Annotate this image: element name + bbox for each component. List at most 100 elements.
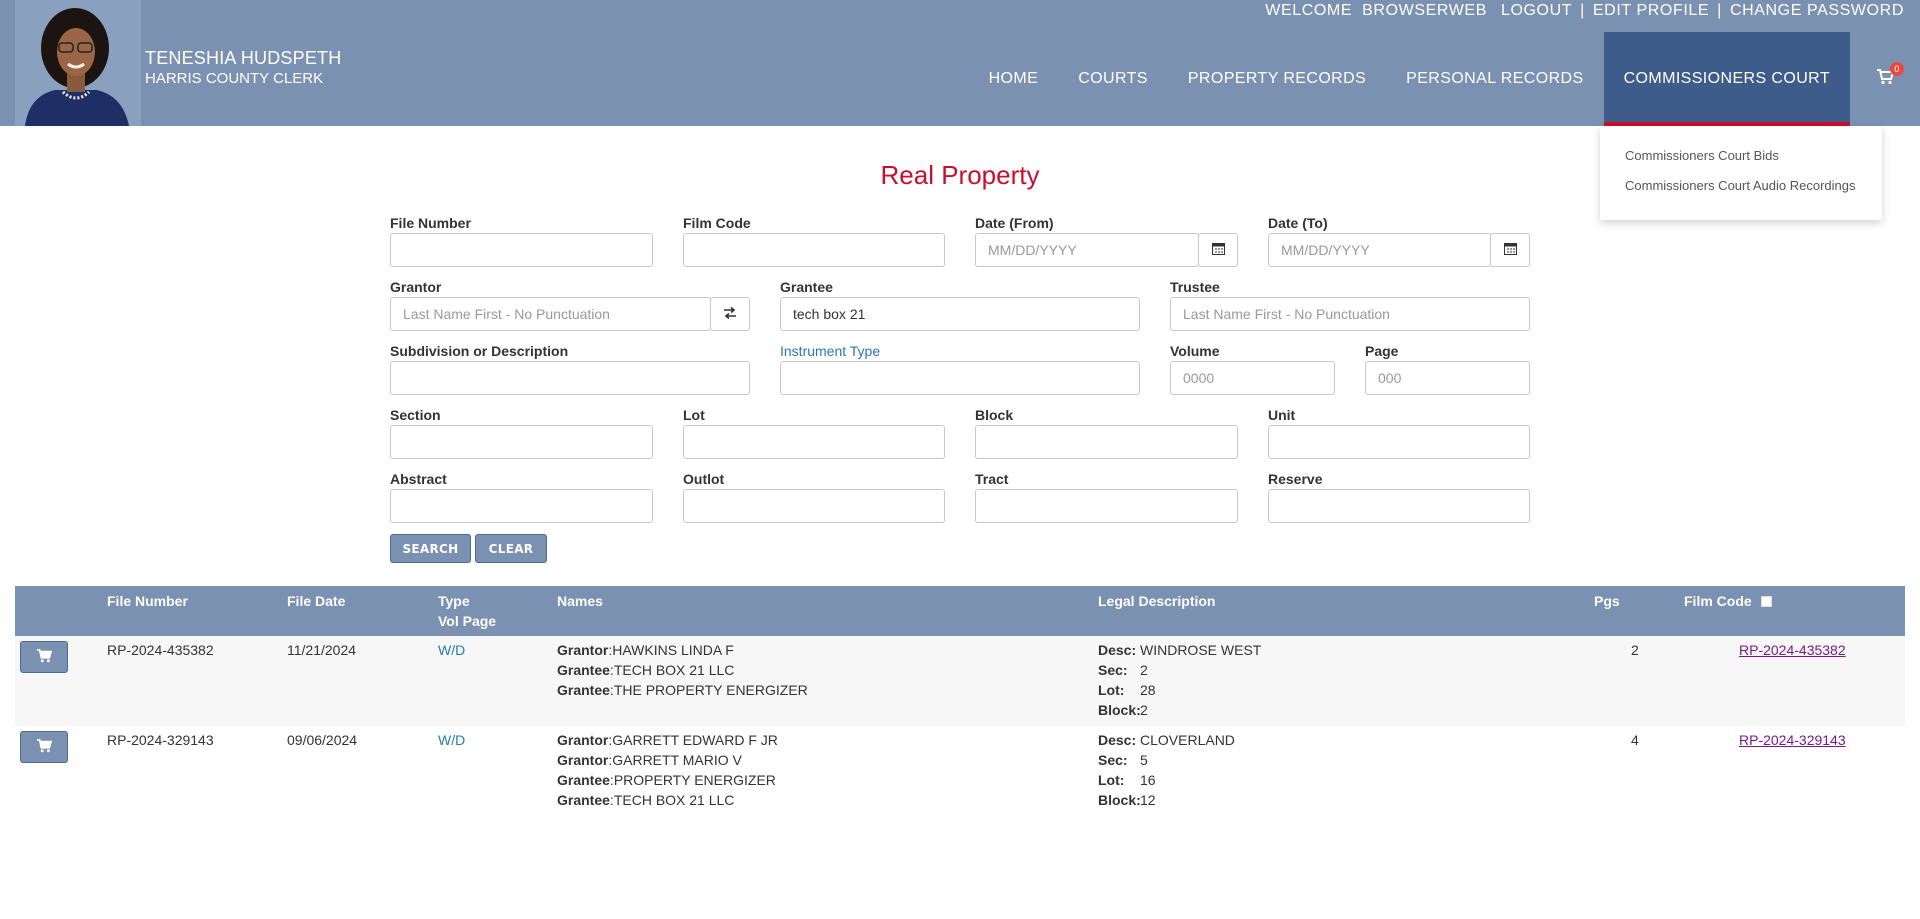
date-from-calendar-button[interactable] xyxy=(1198,233,1238,267)
nav-personal-records[interactable]: PERSONAL RECORDS xyxy=(1386,32,1603,126)
legal-value: 16 xyxy=(1140,772,1156,788)
welcome-text: WELCOME xyxy=(1265,2,1353,19)
grantee-input[interactable]: tech box 21 xyxy=(780,297,1140,331)
legal-description-cell: Desc: CLOVERLAND Sec: 5 Lot: 16 Block:12 xyxy=(1098,730,1235,810)
logout-link[interactable]: LOGOUT xyxy=(1501,2,1572,20)
nav-cart[interactable]: 0 xyxy=(1850,32,1920,126)
col-film-code[interactable]: Film Code xyxy=(1684,593,1752,609)
results-table-header: File Number File Date Type Vol Page Name… xyxy=(15,586,1905,636)
section-label: Section xyxy=(390,407,441,423)
legal-value: 12 xyxy=(1140,792,1156,808)
date-from-input[interactable]: MM/DD/YYYY xyxy=(975,233,1199,267)
abstract-label: Abstract xyxy=(390,471,447,487)
nav-home[interactable]: HOME xyxy=(969,32,1059,126)
reserve-input[interactable] xyxy=(1268,489,1530,523)
film-code-label: Film Code xyxy=(683,215,751,231)
film-code-input[interactable] xyxy=(683,233,945,267)
party-name: GARRETT MARIO V xyxy=(612,752,742,768)
date-to-input[interactable]: MM/DD/YYYY xyxy=(1268,233,1491,267)
page-title: Real Property xyxy=(880,160,1040,190)
volume-label: Volume xyxy=(1170,343,1220,359)
add-to-cart-button[interactable] xyxy=(20,731,68,763)
page-input[interactable]: 000 xyxy=(1365,361,1530,395)
col-pgs[interactable]: Pgs xyxy=(1594,593,1620,609)
name-role: Grantor xyxy=(557,752,609,768)
legal-key: Lot: xyxy=(1098,682,1125,698)
add-to-cart-button[interactable] xyxy=(20,641,68,673)
main-nav: HOME COURTS PROPERTY RECORDS PERSONAL RE… xyxy=(969,32,1920,126)
cart-icon xyxy=(36,648,53,666)
lot-label: Lot xyxy=(683,407,705,423)
grantee-label: Grantee xyxy=(780,279,833,295)
trustee-input[interactable]: Last Name First - No Punctuation xyxy=(1170,297,1530,331)
block-input[interactable] xyxy=(975,425,1238,459)
tract-input[interactable] xyxy=(975,489,1238,523)
lot-input[interactable] xyxy=(683,425,945,459)
type-link[interactable]: W/D xyxy=(438,730,465,750)
date-from-label: Date (From) xyxy=(975,215,1054,231)
table-row: RP-2024-435382 11/21/2024 W/D Grantor:HA… xyxy=(15,636,1905,726)
search-button[interactable]: SEARCH xyxy=(390,534,471,563)
outlot-input[interactable] xyxy=(683,489,945,523)
swap-icon xyxy=(723,306,737,322)
legal-value: WINDROSE WEST xyxy=(1140,642,1262,658)
outlot-label: Outlot xyxy=(683,471,725,487)
swap-names-button[interactable] xyxy=(710,297,750,331)
edit-profile-link[interactable]: EDIT PROFILE xyxy=(1593,2,1709,20)
site-header: TENESHIA HUDSPETH HARRIS COUNTY CLERK WE… xyxy=(0,0,1920,126)
col-file-number[interactable]: File Number xyxy=(107,593,188,609)
grantor-input[interactable]: Last Name First - No Punctuation xyxy=(390,297,711,331)
legal-value: CLOVERLAND xyxy=(1140,732,1235,748)
date-to-label: Date (To) xyxy=(1268,215,1328,231)
legal-key: Block: xyxy=(1098,792,1141,808)
party-name: TECH BOX 21 LLC xyxy=(613,662,735,678)
type-link[interactable]: W/D xyxy=(438,640,465,660)
calendar-icon xyxy=(1503,242,1517,258)
select-all-checkbox[interactable] xyxy=(1761,596,1772,607)
nav-property-records[interactable]: PROPERTY RECORDS xyxy=(1168,32,1386,126)
clear-button[interactable]: CLEAR xyxy=(475,534,547,563)
username-text: BROWSERWEB xyxy=(1362,2,1487,19)
abstract-input[interactable] xyxy=(390,489,653,523)
unit-input[interactable] xyxy=(1268,425,1530,459)
legal-value: 28 xyxy=(1140,682,1156,698)
account-bar: WELCOME BROWSERWEB LOGOUT | EDIT PROFILE… xyxy=(1255,2,1904,20)
name-role: Grantee xyxy=(557,682,610,698)
cart-icon xyxy=(36,738,53,756)
col-type[interactable]: Type xyxy=(438,593,470,609)
file-number-input[interactable] xyxy=(390,233,653,267)
legal-key: Sec: xyxy=(1098,752,1128,768)
reserve-label: Reserve xyxy=(1268,471,1323,487)
col-legal-description[interactable]: Legal Description xyxy=(1098,593,1215,609)
date-to-calendar-button[interactable] xyxy=(1490,233,1530,267)
tract-label: Tract xyxy=(975,471,1009,487)
nav-courts[interactable]: COURTS xyxy=(1058,32,1168,126)
instrument-type-link[interactable]: Instrument Type xyxy=(780,343,880,359)
clerk-title: HARRIS COUNTY CLERK xyxy=(145,70,324,87)
separator: | xyxy=(1580,2,1585,19)
legal-key: Block: xyxy=(1098,702,1141,718)
file-date-cell: 09/06/2024 xyxy=(287,732,358,748)
trustee-label: Trustee xyxy=(1170,279,1220,295)
col-vol-page: Vol Page xyxy=(438,613,497,629)
col-names[interactable]: Names xyxy=(557,593,603,609)
name-role: Grantee xyxy=(557,792,610,808)
file-number-cell: RP-2024-435382 xyxy=(107,642,214,658)
film-code-link[interactable]: RP-2024-435382 xyxy=(1739,640,1846,660)
legal-key: Desc: xyxy=(1098,642,1137,658)
legal-value: 2 xyxy=(1140,662,1148,678)
instrument-type-input[interactable] xyxy=(780,361,1140,395)
party-name: THE PROPERTY ENERGIZER xyxy=(613,682,808,698)
change-password-link[interactable]: CHANGE PASSWORD xyxy=(1730,2,1904,20)
col-file-date[interactable]: File Date xyxy=(287,593,345,609)
section-input[interactable] xyxy=(390,425,653,459)
file-number-cell: RP-2024-329143 xyxy=(107,732,214,748)
film-code-link[interactable]: RP-2024-329143 xyxy=(1739,730,1846,750)
unit-label: Unit xyxy=(1268,407,1296,423)
volume-input[interactable]: 0000 xyxy=(1170,361,1335,395)
party-name: GARRETT EDWARD F JR xyxy=(612,732,778,748)
nav-commissioners-court[interactable]: COMMISSIONERS COURT xyxy=(1603,32,1850,126)
file-date-cell: 11/21/2024 xyxy=(287,642,357,658)
subdivision-input[interactable] xyxy=(390,361,750,395)
legal-key: Sec: xyxy=(1098,662,1128,678)
